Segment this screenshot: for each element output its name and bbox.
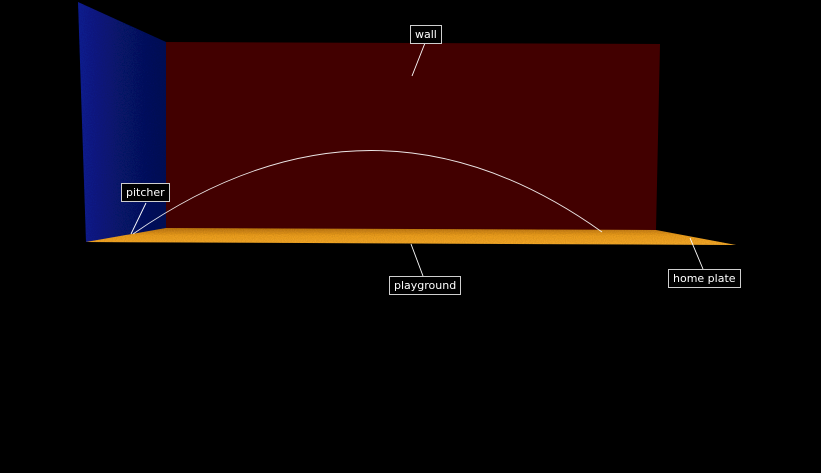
home-plate-label: home plate bbox=[668, 269, 741, 288]
playground-floor bbox=[86, 228, 736, 245]
playground-label: playground bbox=[389, 276, 462, 295]
back-wall bbox=[166, 42, 660, 232]
side-wall bbox=[78, 2, 166, 242]
scene-view bbox=[78, 2, 736, 277]
pitcher-label: pitcher bbox=[121, 183, 170, 202]
playground-leader-line bbox=[410, 243, 424, 277]
wall-label: wall bbox=[410, 25, 442, 44]
